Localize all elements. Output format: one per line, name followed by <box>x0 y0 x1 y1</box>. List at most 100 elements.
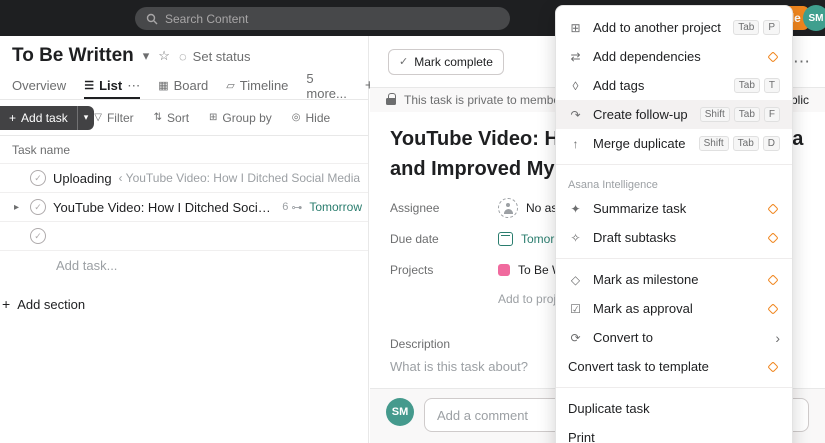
premium-icon <box>767 302 779 315</box>
menu-item-merge-duplicate-tasks[interactable]: ↑ Merge duplicate tasks ShiftTabD <box>556 129 792 158</box>
user-avatar[interactable]: SM <box>803 5 825 31</box>
sort-button[interactable]: ⇅ Sort <box>154 111 189 125</box>
app-window: Search Content Upgrade SM To Be Written … <box>0 0 825 443</box>
check-icon: ✓ <box>399 56 409 68</box>
sort-icon: ⇅ <box>153 112 163 123</box>
task-name-column-header: Task name <box>0 136 368 164</box>
tab-options-icon[interactable]: ⋯ <box>127 78 140 94</box>
add-task-button[interactable]: + Add task ▾ <box>0 105 95 130</box>
tab-timeline[interactable]: ▱ Timeline <box>226 72 288 99</box>
filter-icon: ▽ <box>94 112 102 123</box>
menu-item-convert-to[interactable]: ⟳ Convert to › <box>556 323 792 352</box>
dependencies-icon: ⇄ <box>570 49 581 64</box>
task-row[interactable]: ✓ <box>0 222 368 251</box>
tab-list[interactable]: ☰ List ⋯ <box>84 72 140 99</box>
tag-icon: ◊ <box>572 78 579 93</box>
merge-icon: ↑ <box>572 136 579 151</box>
menu-item-duplicate-task[interactable]: Duplicate task <box>556 394 792 423</box>
menu-item-mark-as-milestone[interactable]: ◇ Mark as milestone <box>556 265 792 294</box>
plus-icon: + <box>2 296 11 312</box>
calendar-icon <box>498 231 513 246</box>
menu-section-asana-intelligence: Asana Intelligence <box>568 179 658 191</box>
task-row[interactable]: ▸ ✓ YouTube Video: How I Ditched Social … <box>0 193 368 222</box>
menu-item-add-dependencies[interactable]: ⇄ Add dependencies <box>556 42 792 71</box>
menu-item-convert-task-to-template[interactable]: Convert task to template <box>556 352 792 381</box>
search-icon <box>146 13 158 24</box>
shortcut-key: Tab <box>733 107 760 122</box>
more-options-icon[interactable]: ⋯ <box>793 52 811 72</box>
premium-icon <box>767 273 779 286</box>
plus-icon: + <box>9 110 17 125</box>
view-tabs: Overview ☰ List ⋯ ▦ Board ▱ Timeline 5 m… <box>0 71 374 101</box>
menu-separator <box>556 258 792 259</box>
shortcut-key: T <box>763 78 780 93</box>
shortcut-key: Tab <box>733 78 760 93</box>
approval-icon: ☑ <box>570 301 581 316</box>
convert-icon: ⟳ <box>570 330 581 345</box>
assignee-avatar-icon <box>498 197 518 218</box>
premium-icon <box>767 231 779 244</box>
menu-item-create-follow-up-task[interactable]: ↷ Create follow-up task ShiftTabF <box>556 100 792 129</box>
parent-task-label[interactable]: ‹ YouTube Video: How I Ditched Social Me… <box>119 171 362 185</box>
shortcut-key: P <box>763 20 780 35</box>
menu-item-mark-as-approval[interactable]: ☑ Mark as approval <box>556 294 792 323</box>
set-status-button[interactable]: ◌ Set status <box>179 49 251 64</box>
lock-icon <box>386 93 396 105</box>
shortcut-key: D <box>762 136 780 151</box>
complete-task-icon[interactable]: ✓ <box>30 199 46 215</box>
filter-button[interactable]: ▽ Filter <box>94 111 133 125</box>
ai-sparkle-icon: ✦ <box>570 201 581 216</box>
search-placeholder: Search Content <box>165 11 249 26</box>
add-to-project-icon: ⊞ <box>570 20 581 35</box>
menu-item-add-tags[interactable]: ◊ Add tags Tab T <box>556 71 792 100</box>
submenu-chevron-icon: › <box>775 329 780 346</box>
subtask-icon: ⊶ <box>291 201 303 214</box>
board-icon: ▦ <box>158 80 169 92</box>
add-section-button[interactable]: + Add section <box>2 296 368 312</box>
premium-icon <box>767 202 779 215</box>
list-icon: ☰ <box>84 80 95 92</box>
comment-avatar: SM <box>386 398 414 426</box>
group-icon: ⊞ <box>209 112 218 123</box>
menu-item-add-to-another-project[interactable]: ⊞ Add to another project Tab P <box>556 13 792 42</box>
follow-up-icon: ↷ <box>570 107 581 122</box>
premium-icon <box>767 360 779 373</box>
expand-subtasks-icon[interactable]: ▸ <box>10 202 23 213</box>
complete-task-icon[interactable]: ✓ <box>30 170 46 186</box>
favorite-star-icon[interactable]: ☆ <box>158 48 170 64</box>
parent-marker-icon: ‹ <box>118 171 123 185</box>
hide-button[interactable]: ◎ Hide <box>292 111 330 125</box>
shortcut-key: F <box>763 107 780 122</box>
task-name[interactable]: YouTube Video: How I Ditched Social Medi… <box>53 200 275 215</box>
tab-more[interactable]: 5 more... <box>306 71 346 101</box>
tab-overview[interactable]: Overview <box>12 72 66 99</box>
mark-complete-button[interactable]: ✓ Mark complete <box>388 48 504 75</box>
shortcut-key: Tab <box>732 136 759 151</box>
shortcut-key: Shift <box>699 107 730 122</box>
subtask-count-badge: 6 ⊶ <box>282 201 303 214</box>
tab-board[interactable]: ▦ Board <box>158 72 208 99</box>
add-task-inline[interactable]: Add task... <box>0 251 368 280</box>
hide-eye-icon: ◎ <box>291 112 301 123</box>
due-date-badge[interactable]: Tomorrow <box>309 200 362 214</box>
group-by-button[interactable]: ⊞ Group by <box>209 111 272 125</box>
menu-item-print[interactable]: Print <box>556 423 792 443</box>
menu-separator <box>556 387 792 388</box>
menu-item-summarize-task[interactable]: ✦ Summarize task <box>556 194 792 223</box>
project-menu-chevron-icon[interactable]: ▾ <box>143 48 150 64</box>
project-color-icon <box>498 263 510 276</box>
premium-icon <box>767 50 779 63</box>
global-search-input[interactable]: Search Content <box>135 7 510 30</box>
shortcut-key: Tab <box>733 20 760 35</box>
menu-item-draft-subtasks[interactable]: ✧ Draft subtasks <box>556 223 792 252</box>
task-options-menu: ⊞ Add to another project Tab P ⇄ Add depe… <box>555 5 793 443</box>
status-circle-icon: ◌ <box>178 48 187 64</box>
shortcut-key: Shift <box>698 136 729 151</box>
timeline-icon: ▱ <box>226 80 235 92</box>
add-task-dropdown-icon[interactable]: ▾ <box>78 106 95 130</box>
project-header: To Be Written ▾ ☆ ◌ Set status <box>0 36 368 72</box>
task-row[interactable]: ✓ Uploading ‹ YouTube Video: How I Ditch… <box>0 164 368 193</box>
project-panel: To Be Written ▾ ☆ ◌ Set status Overview … <box>0 36 374 443</box>
task-name[interactable]: Uploading <box>53 171 112 186</box>
complete-task-icon[interactable]: ✓ <box>30 228 46 244</box>
